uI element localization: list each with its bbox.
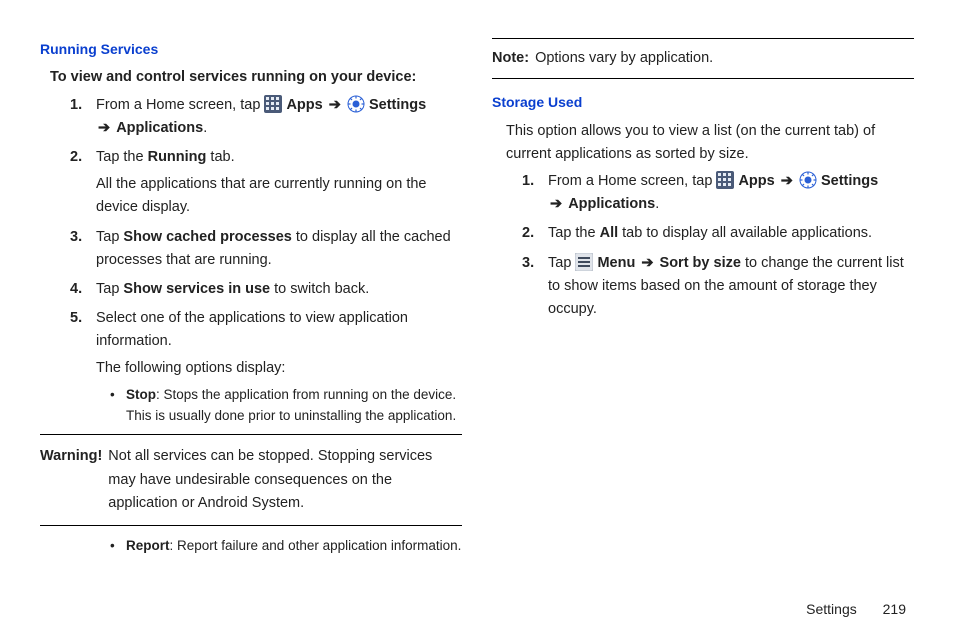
settings-gear-icon [799,171,817,189]
report-text: : Report failure and other application i… [170,538,462,553]
applications-label: Applications [116,120,203,136]
step-5: 5. Select one of the applications to vie… [96,307,462,426]
arrow-icon: ➔ [641,252,653,275]
page-footer: Settings 219 [806,598,906,620]
divider [492,38,914,39]
settings-label: Settings [821,173,878,189]
arrow-icon: ➔ [98,117,110,140]
divider [40,434,462,435]
footer-section: Settings [806,601,857,617]
step-number: 3. [522,252,534,275]
step-extra: The following options display: [96,357,462,380]
period: . [655,196,659,212]
note-label: Note: [492,47,535,70]
menu-bars-icon [575,253,593,271]
arrow-icon: ➔ [329,94,341,117]
settings-label: Settings [369,97,426,113]
apps-grid-icon [264,95,282,113]
step-3: 3. Tap Menu ➔ Sort by size to change the… [548,252,914,322]
warning-text: Not all services can be stopped. Stoppin… [108,445,462,515]
step-2: 2. Tap the All tab to display all availa… [548,222,914,245]
step-number: 2. [522,222,534,245]
step-text: tab. [206,149,234,165]
step-text: to switch back. [270,281,369,297]
running-services-intro: To view and control services running on … [50,66,462,89]
step-number: 1. [70,94,82,117]
step-4: 4. Tap Show services in use to switch ba… [96,278,462,301]
sort-by-size-label: Sort by size [660,255,741,271]
settings-gear-icon [347,95,365,113]
show-services-label: Show services in use [123,281,270,297]
apps-label: Apps [738,173,774,189]
option-stop: Stop: Stops the application from running… [110,385,462,427]
left-column: Running Services To view and control ser… [40,38,462,563]
arrow-icon: ➔ [781,170,793,193]
apps-label: Apps [286,97,322,113]
running-services-steps: 1. From a Home screen, tap Apps ➔ Settin… [96,94,462,427]
step-number: 2. [70,146,82,169]
applications-label: Applications [568,196,655,212]
warning-label: Warning! [40,445,108,515]
storage-used-steps: 1. From a Home screen, tap Apps ➔ Settin… [548,170,914,321]
stop-label: Stop [126,387,156,402]
step-text: Tap [548,255,575,271]
step-number: 4. [70,278,82,301]
step-text: Tap the [96,149,148,165]
all-tab-label: All [600,225,619,241]
step-text: Select one of the applications to view a… [96,310,408,349]
storage-used-intro: This option allows you to view a list (o… [506,120,914,166]
step-2: 2. Tap the Running tab. All the applicat… [96,146,462,220]
step-number: 5. [70,307,82,330]
step-text: Tap [96,281,123,297]
running-tab-label: Running [148,149,207,165]
step-number: 3. [70,226,82,249]
step-3: 3. Tap Show cached processes to display … [96,226,462,272]
period: . [203,120,207,136]
stop-text: : Stops the application from running on … [126,387,456,423]
running-services-heading: Running Services [40,38,462,60]
apps-grid-icon [716,171,734,189]
show-cached-label: Show cached processes [123,229,291,245]
step-text: From a Home screen, tap [548,173,716,189]
step-text: Tap the [548,225,600,241]
arrow-icon: ➔ [550,193,562,216]
divider [40,525,462,526]
report-label: Report [126,538,170,553]
step-1: 1. From a Home screen, tap Apps ➔ Settin… [548,170,914,216]
note-text: Options vary by application. [535,47,713,70]
option-report: Report: Report failure and other applica… [110,536,462,557]
step-number: 1. [522,170,534,193]
options-list: Stop: Stops the application from running… [110,385,462,427]
footer-page-number: 219 [883,601,906,617]
step-text: tab to display all available application… [618,225,872,241]
note-block: Note: Options vary by application. [492,47,914,70]
step-extra: All the applications that are currently … [96,173,462,219]
step-1: 1. From a Home screen, tap Apps ➔ Settin… [96,94,462,140]
divider [492,78,914,79]
step-text: Tap [96,229,123,245]
menu-label: Menu [597,255,635,271]
step-text: From a Home screen, tap [96,97,264,113]
warning-block: Warning! Not all services can be stopped… [40,443,462,517]
options-list-continued: Report: Report failure and other applica… [110,536,462,557]
right-column: Note: Options vary by application. Stora… [492,38,914,563]
storage-used-heading: Storage Used [492,91,914,113]
